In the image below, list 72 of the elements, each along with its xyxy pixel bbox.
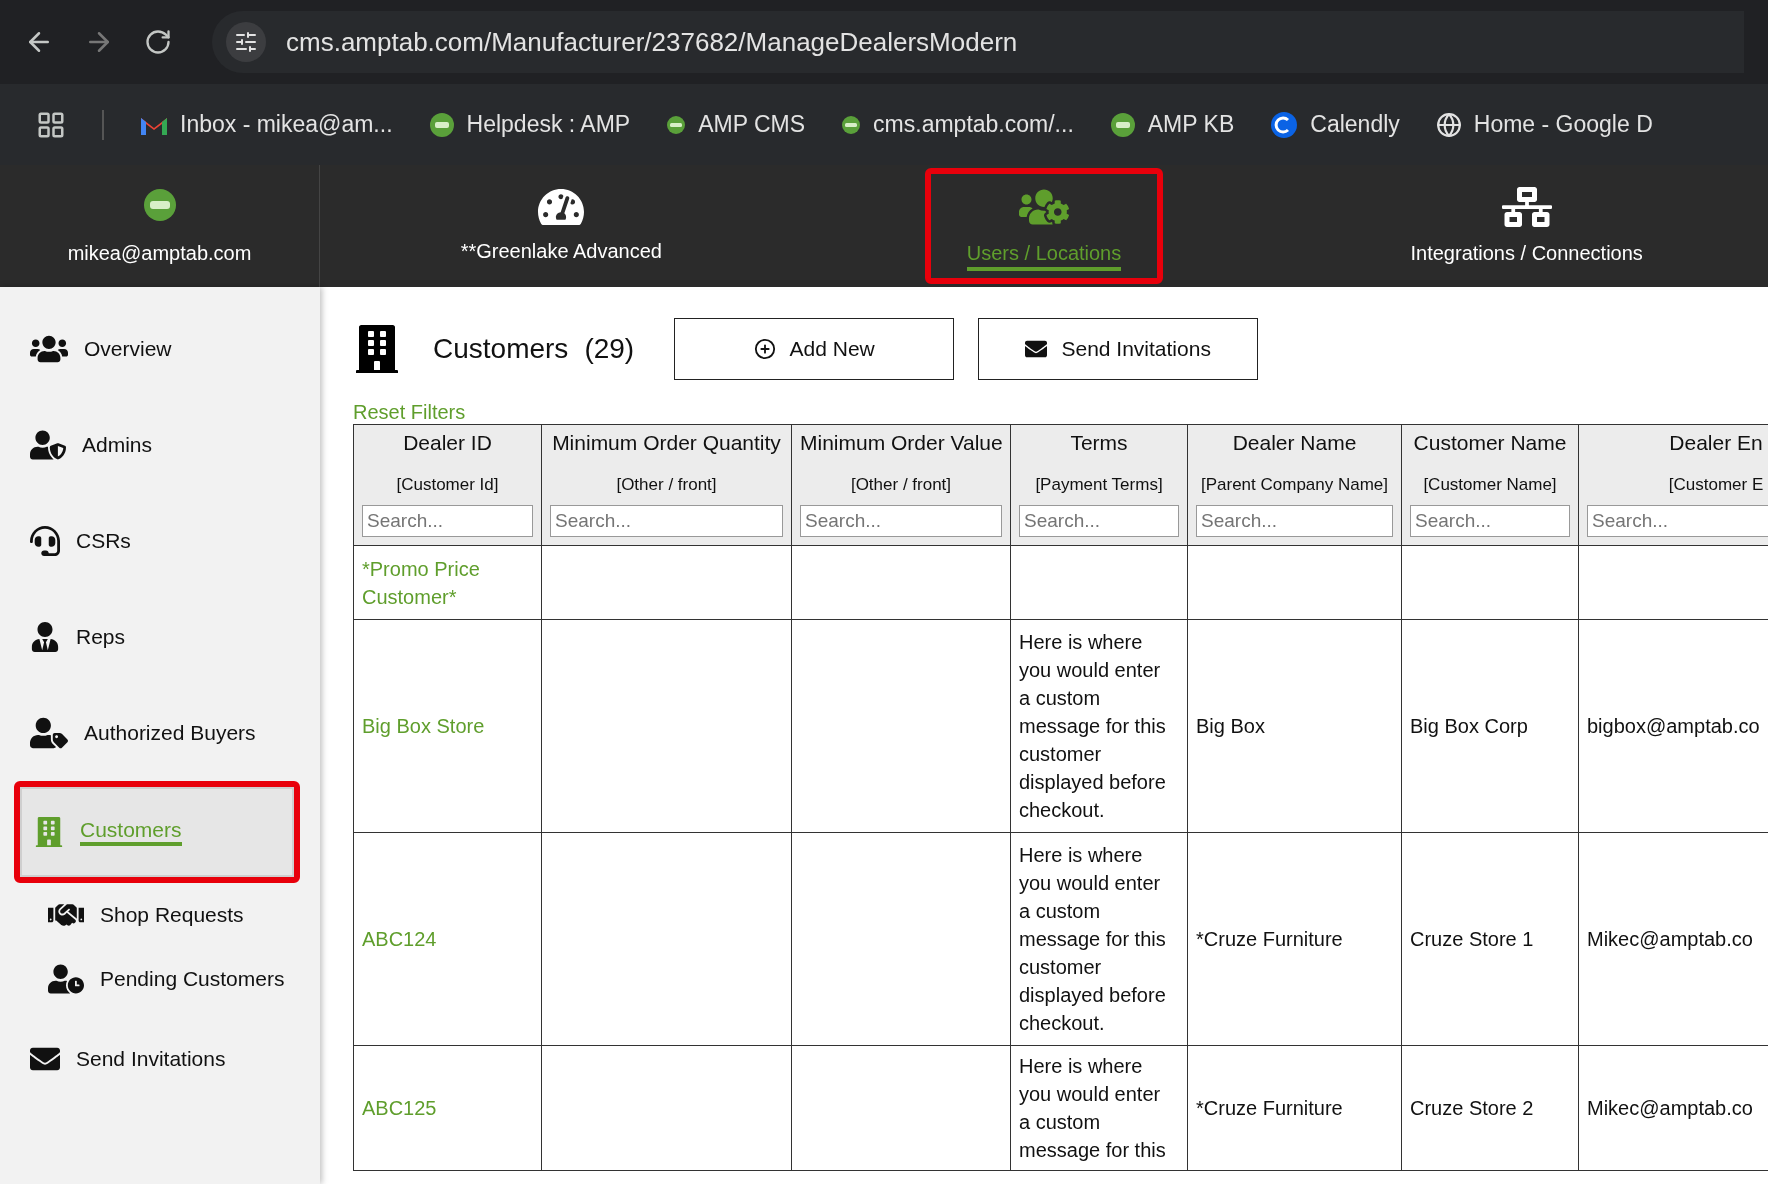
column-title: Dealer En — [1668, 431, 1764, 456]
table-cell-text: Cruze Store 2 — [1410, 1096, 1535, 1121]
column-subtitle: [Customer Id] — [395, 474, 500, 496]
sidebar-item[interactable]: Overview — [0, 301, 320, 397]
bookmark[interactable]: cms.amptab.com/... — [841, 111, 1074, 138]
headset-icon — [30, 526, 60, 556]
page-title: Customers — [433, 333, 569, 365]
column-subtitle: [Other / front] — [615, 474, 718, 496]
column-subtitle: [Parent Company Name] — [1199, 474, 1390, 496]
column-subtitle: [Payment Terms] — [1034, 474, 1164, 496]
sidebar-item[interactable]: Admins — [0, 397, 320, 493]
envelope-icon — [1025, 338, 1048, 360]
table-cell-text: Mikec@amptab.co — [1587, 1096, 1754, 1121]
user-tie-icon — [30, 622, 60, 652]
sidebar-item[interactable]: CSRs — [0, 493, 320, 589]
bookmark[interactable]: AMP KB — [1109, 111, 1235, 138]
table-cell-text: Here is where you would enter a custom message for this customer displayed before checkout. — [1019, 630, 1167, 823]
sidebar-item[interactable]: Reps — [0, 589, 320, 685]
building-icon — [34, 817, 64, 847]
bookmark[interactable]: Inbox - mikea@am... — [140, 111, 393, 138]
calendar-logo-icon — [1270, 110, 1299, 139]
bookmark[interactable]: Home - Google D — [1435, 111, 1653, 138]
address-bar[interactable]: cms.amptab.com/Manufacturer/237682/ManageDealersModern — [212, 11, 1744, 73]
column-title: Customer Name — [1412, 431, 1568, 456]
column-subtitle: [Customer E — [1667, 474, 1765, 496]
action-button[interactable]: Add New — [674, 318, 955, 380]
search-field[interactable]: Search... — [1196, 505, 1393, 537]
sidebar-item[interactable]: Shop Requests — [0, 883, 320, 947]
table-cell-text: Big Box Corp — [1410, 714, 1529, 739]
column-subtitle: [Other / front] — [849, 474, 953, 496]
table-cell-text: *Cruze Furniture — [1196, 1096, 1344, 1121]
nav-tab[interactable]: Integrations / Connections — [1285, 165, 1768, 287]
column-title: Minimum Order Value — [800, 431, 1002, 456]
amp-logo-icon — [666, 114, 687, 135]
amp-logo-icon — [428, 111, 455, 138]
table-cell-text: bigbox@amptab.co — [1587, 714, 1761, 739]
site-settings-icon[interactable] — [226, 22, 266, 62]
sidebar-item[interactable]: Pending Customers — [0, 947, 320, 1011]
table-cell-text: *Cruze Furniture — [1196, 927, 1344, 952]
table-cell-text: Big Box — [1196, 714, 1266, 739]
nav-tab[interactable]: Users / Locations — [802, 165, 1286, 287]
table-cell-text: Mikec@amptab.co — [1587, 927, 1754, 952]
column-title: Terms — [1069, 431, 1129, 456]
bookmark[interactable]: Calendly — [1270, 110, 1400, 139]
bookmark[interactable]: Helpdesk : AMP — [428, 111, 631, 138]
column-title: Dealer ID — [402, 431, 493, 456]
sidebar-item[interactable]: Authorized Buyers — [0, 685, 320, 781]
globe-icon — [1435, 111, 1462, 138]
table-cell-text: Cruze Store 1 — [1410, 927, 1535, 952]
plus-icon — [753, 338, 776, 360]
building-icon — [353, 325, 401, 373]
customer-count: (29) — [584, 333, 635, 365]
nav-tab[interactable]: **Greenlake Advanced — [320, 165, 803, 287]
search-field[interactable]: Search... — [550, 505, 783, 537]
reload-icon[interactable] — [144, 28, 172, 56]
search-field[interactable]: Search... — [362, 505, 533, 537]
column-subtitle: [Customer Name] — [1422, 474, 1558, 496]
table-cell-text: Here is where you would enter a custom message for this — [1019, 1054, 1167, 1163]
amp-logo-icon — [1109, 111, 1136, 138]
search-field[interactable]: Search... — [1410, 505, 1570, 537]
bookmark[interactable]: AMP CMS — [666, 111, 806, 138]
account-email: mikea@amptab.com — [67, 241, 252, 265]
table-cell-text: Here is where you would enter a custom message for this customer displayed before checkout. — [1019, 843, 1167, 1036]
sidebar-item[interactable]: Send Invitations — [0, 1011, 320, 1107]
column-title: Dealer Name — [1231, 431, 1358, 456]
search-field[interactable]: Search... — [800, 505, 1002, 537]
search-field[interactable]: Search... — [1019, 505, 1179, 537]
amp-logo-icon — [142, 187, 177, 222]
amp-logo-icon — [841, 114, 862, 135]
column-title: Minimum Order Quantity — [551, 431, 782, 456]
action-button[interactable]: Send Invitations — [978, 318, 1259, 380]
search-field[interactable]: Search... — [1587, 505, 1768, 537]
